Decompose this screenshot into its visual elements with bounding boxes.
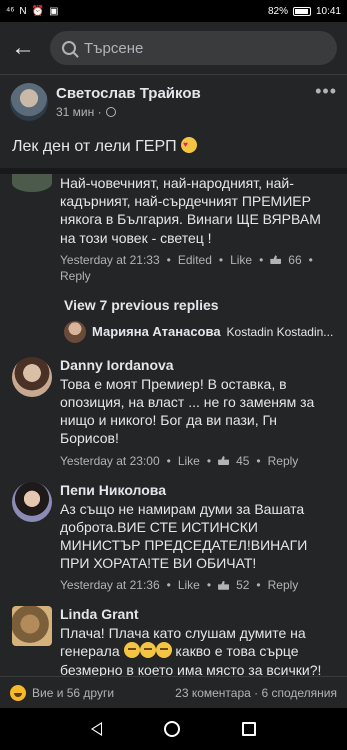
grinning-sweat-icon	[139, 642, 156, 659]
grinning-sweat-icon	[155, 642, 172, 659]
notification-icon: ▣	[49, 5, 59, 17]
search-placeholder: Търсене	[84, 39, 144, 57]
like-count[interactable]: 52	[236, 578, 249, 592]
post-text-content: Лек ден от лели ГЕРП	[12, 138, 177, 155]
post-footer: Вие и 56 други 23 коментара · 6 споделян…	[0, 676, 347, 708]
comment-author[interactable]: Linda Grant	[60, 606, 337, 622]
reply-avatar	[64, 320, 86, 343]
back-arrow-icon[interactable]: ←	[10, 34, 36, 62]
comment-time[interactable]: Yesterday at 23:00	[60, 454, 160, 468]
reply-button[interactable]: Reply	[268, 454, 299, 468]
battery-percent: 82%	[267, 5, 288, 17]
comment-author[interactable]: Пепи Николова	[60, 482, 337, 498]
post-header: Светослав Трайков 31 мин · •••	[0, 74, 347, 127]
comment-avatar[interactable]	[12, 606, 52, 647]
system-nav-bar	[0, 708, 347, 750]
nav-recent-icon[interactable]	[242, 722, 256, 736]
nav-home-icon[interactable]	[164, 721, 180, 737]
post-text: Лек ден от лели ГЕРП	[0, 127, 347, 174]
comment: Linda Grant Плача! Плача като слушам дум…	[0, 600, 347, 688]
alarm-icon: ⏰	[31, 5, 45, 17]
search-icon	[62, 41, 76, 55]
comment-avatar[interactable]	[12, 174, 52, 192]
clock: 10:41	[315, 5, 341, 17]
comment: Danny Iordanova Това е моят Премиер! В о…	[0, 351, 347, 476]
top-bar: ← Търсене	[0, 22, 347, 74]
comment-avatar[interactable]	[12, 356, 52, 397]
thumbs-up-icon	[218, 456, 230, 465]
like-button[interactable]: Like	[178, 454, 200, 468]
comment-avatar[interactable]	[12, 481, 52, 522]
comment-time[interactable]: Yesterday at 21:36	[60, 578, 160, 592]
view-previous-replies[interactable]: View 7 previous replies	[0, 291, 347, 317]
edited-label[interactable]: Edited	[178, 253, 212, 267]
status-bar: ⁴⁶ N ⏰ ▣ 82% 10:41	[0, 0, 347, 22]
haha-reaction-icon	[10, 684, 26, 701]
comment-author[interactable]: Danny Iordanova	[60, 357, 337, 373]
comment-text: Най-човечният, най-народният, най-кадърн…	[60, 175, 321, 246]
thumbs-up-icon	[270, 255, 282, 265]
comment-text: Това е моят Премиер! В оставка, в опозиц…	[60, 375, 315, 447]
more-options-icon[interactable]: •••	[315, 81, 337, 121]
globe-icon	[105, 107, 116, 117]
comment-text: Аз също не намирам думи за Вашата доброт…	[60, 500, 308, 572]
grinning-sweat-icon	[123, 642, 140, 659]
nfc-icon: N	[19, 5, 27, 17]
nav-back-icon[interactable]	[91, 722, 102, 736]
comment-time[interactable]: Yesterday at 21:33	[60, 253, 160, 267]
reply-button[interactable]: Reply	[268, 578, 299, 592]
like-button[interactable]: Like	[230, 253, 252, 267]
thumbs-up-icon	[218, 580, 230, 590]
reply-preview[interactable]: Марияна Атанасова Kostadin Kostadin...	[0, 317, 347, 351]
search-input[interactable]: Търсене	[50, 31, 337, 65]
comment: Пепи Николова Аз също не намирам думи за…	[0, 476, 347, 601]
like-count[interactable]: 66	[288, 253, 301, 267]
signal-icon: ⁴⁶	[6, 5, 15, 17]
battery-icon	[292, 6, 311, 16]
post-author[interactable]: Светослав Трайков	[56, 85, 307, 102]
reply-author: Марияна Атанасова	[92, 324, 221, 340]
reply-button[interactable]: Reply	[60, 269, 91, 283]
smiling-face-with-hearts-icon	[181, 137, 198, 153]
comments-shares-count[interactable]: 23 коментара · 6 споделяния	[175, 686, 337, 700]
like-count[interactable]: 45	[236, 454, 249, 468]
reply-text: Kostadin Kostadin...	[226, 324, 334, 339]
reactions-text: Вие и 56 други	[32, 685, 115, 700]
like-button[interactable]: Like	[178, 578, 200, 592]
post-time[interactable]: 31 мин ·	[56, 105, 102, 119]
comment: Най-човечният, най-народният, най-кадърн…	[0, 174, 347, 291]
reactions-summary[interactable]: Вие и 56 други	[10, 684, 115, 701]
comments-list: Най-човечният, най-народният, най-кадърн…	[0, 174, 347, 688]
author-avatar[interactable]	[10, 83, 48, 121]
